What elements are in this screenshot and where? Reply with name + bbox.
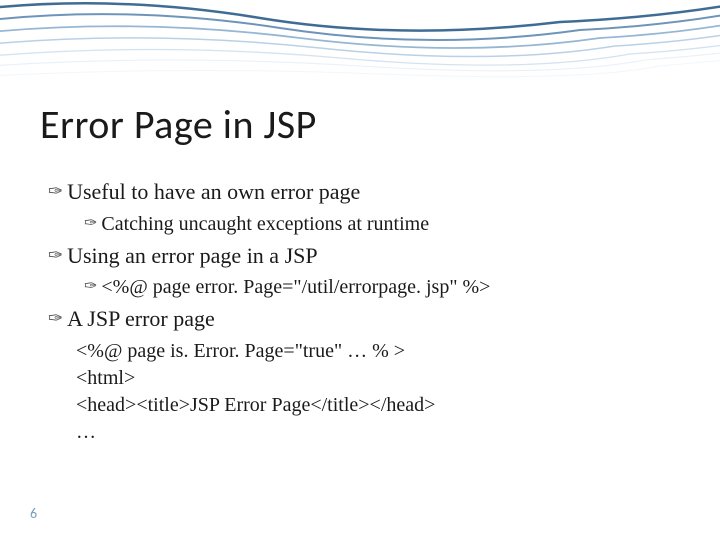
code-block: <%@ page is. Error. Page="true" … % > <h… [40, 338, 680, 446]
bullet-icon: ✑ [84, 274, 97, 300]
sub-bullet-text: <%@ page error. Page="/util/errorpage. j… [101, 274, 490, 300]
code-line: <%@ page is. Error. Page="true" … % > [76, 338, 680, 365]
code-line: <html> [76, 365, 680, 392]
bullet-text: Using an error page in a JSP [67, 241, 318, 271]
bullet-text: A JSP error page [67, 304, 215, 334]
bullet-icon: ✑ [48, 177, 63, 205]
sub-bullet-item: ✑ Catching uncaught exceptions at runtim… [84, 211, 680, 237]
bullet-item: ✑ A JSP error page [48, 304, 680, 334]
main-bullet-list: ✑ Useful to have an own error page ✑ Cat… [40, 177, 680, 334]
code-line: … [76, 419, 680, 446]
bullet-icon: ✑ [48, 241, 63, 269]
bullet-item: ✑ Useful to have an own error page [48, 177, 680, 207]
bullet-icon: ✑ [48, 304, 63, 332]
slide-content: Error Page in JSP ✑ Useful to have an ow… [0, 0, 720, 446]
sub-bullet-list: ✑ <%@ page error. Page="/util/errorpage.… [48, 274, 680, 300]
bullet-item: ✑ Using an error page in a JSP [48, 241, 680, 271]
bullet-icon: ✑ [84, 211, 97, 237]
code-line: <head><title>JSP Error Page</title></hea… [76, 392, 680, 419]
bullet-text: Useful to have an own error page [67, 177, 360, 207]
sub-bullet-text: Catching uncaught exceptions at runtime [101, 211, 429, 237]
sub-bullet-item: ✑ <%@ page error. Page="/util/errorpage.… [84, 274, 680, 300]
slide-title: Error Page in JSP [40, 100, 680, 149]
page-number: 6 [30, 505, 37, 522]
sub-bullet-list: ✑ Catching uncaught exceptions at runtim… [48, 211, 680, 237]
